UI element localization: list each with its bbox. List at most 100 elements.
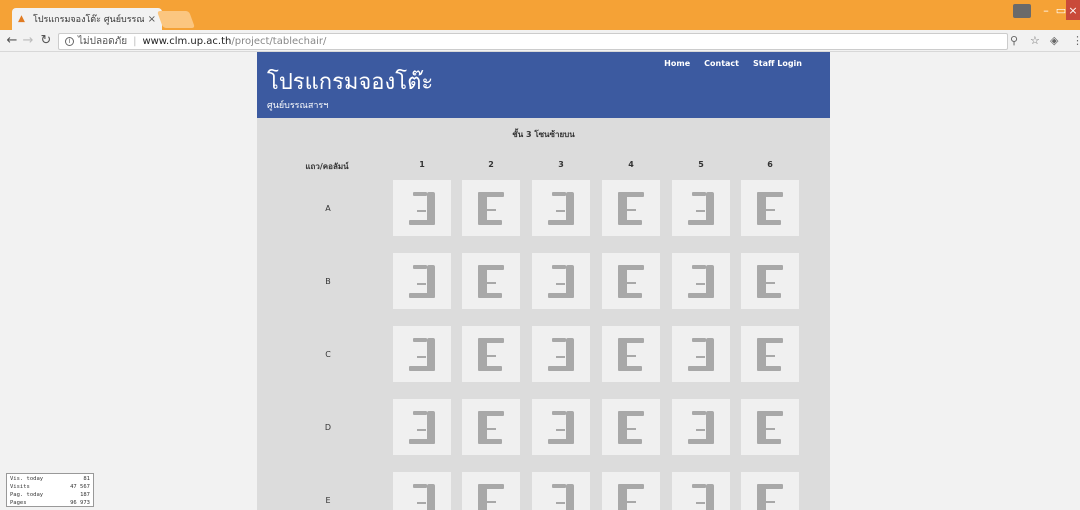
- seat-E4-button[interactable]: [602, 472, 660, 510]
- chair-right-icon: [552, 484, 574, 510]
- url-path: /project/tablechair/: [231, 36, 327, 47]
- chair-right-icon: [688, 338, 714, 371]
- seat-B4-button[interactable]: [602, 253, 660, 309]
- chair-left-icon: [757, 411, 783, 444]
- chair-left-icon: [618, 484, 644, 510]
- browser-tab[interactable]: ▲ โปรแกรมจองโต๊ะ ศูนย์บรรณ ×: [12, 8, 162, 30]
- counter-value: 96 973: [70, 500, 90, 506]
- nav-contact-link[interactable]: Contact: [704, 59, 739, 68]
- chair-left-icon: [478, 484, 504, 510]
- column-header-4: 4: [628, 160, 634, 169]
- tab-title: โปรแกรมจองโต๊ะ ศูนย์บรรณ: [33, 15, 144, 25]
- seat-C5-button[interactable]: [672, 326, 730, 382]
- chair-left-icon: [478, 265, 504, 298]
- seat-B3-button[interactable]: [532, 253, 590, 309]
- user-profile-icon[interactable]: [1013, 4, 1031, 18]
- forward-arrow-icon[interactable]: →: [20, 33, 36, 49]
- seat-E2-button[interactable]: [462, 472, 520, 510]
- chair-right-icon: [409, 338, 435, 371]
- seat-D6-button[interactable]: [741, 399, 799, 455]
- counter-row: Vis. today 81: [10, 475, 90, 483]
- seat-B1-button[interactable]: [393, 253, 451, 309]
- seat-E3-button[interactable]: [532, 472, 590, 510]
- counter-value: 81: [83, 476, 90, 482]
- seat-E6-button[interactable]: [741, 472, 799, 510]
- chair-left-icon: [618, 338, 644, 371]
- seat-A1-button[interactable]: [393, 180, 451, 236]
- seat-A3-button[interactable]: [532, 180, 590, 236]
- row-label-D: D: [324, 423, 332, 432]
- seat-C6-button[interactable]: [741, 326, 799, 382]
- seat-A6-button[interactable]: [741, 180, 799, 236]
- seat-D2-button[interactable]: [462, 399, 520, 455]
- counter-label: Pages: [10, 500, 27, 506]
- seat-C2-button[interactable]: [462, 326, 520, 382]
- visit-counter[interactable]: Vis. today 81 Visits 47 567 Pag. today 187 Pag…: [6, 473, 94, 507]
- column-header-1: 1: [419, 160, 425, 169]
- top-nav: Home Contact Staff Login: [664, 59, 802, 68]
- chair-left-icon: [757, 192, 783, 225]
- seat-B6-button[interactable]: [741, 253, 799, 309]
- counter-label: Visits: [10, 484, 30, 490]
- seat-A2-button[interactable]: [462, 180, 520, 236]
- back-arrow-icon[interactable]: ←: [4, 33, 20, 49]
- close-window-button[interactable]: ×: [1066, 0, 1080, 20]
- close-tab-icon[interactable]: ×: [148, 14, 156, 25]
- seat-D4-button[interactable]: [602, 399, 660, 455]
- seat-D3-button[interactable]: [532, 399, 590, 455]
- nav-home-link[interactable]: Home: [664, 59, 690, 68]
- seat-B5-button[interactable]: [672, 253, 730, 309]
- site-subtitle: ศูนย์บรรณสารฯ: [267, 101, 329, 111]
- seat-E1-button[interactable]: [393, 472, 451, 510]
- chair-left-icon: [478, 192, 504, 225]
- seat-A4-button[interactable]: [602, 180, 660, 236]
- seat-D1-button[interactable]: [393, 399, 451, 455]
- counter-label: Vis. today: [10, 476, 44, 482]
- url-input[interactable]: i ไม่ปลอดภัย | www.clm.up.ac.th /project…: [58, 33, 1008, 50]
- site-title: โปรแกรมจองโต๊ะ: [267, 70, 434, 95]
- seat-B2-button[interactable]: [462, 253, 520, 309]
- chair-left-icon: [618, 411, 644, 444]
- seat-E5-button[interactable]: [672, 472, 730, 510]
- counter-row: Pag. today 187: [10, 491, 90, 499]
- chair-left-icon: [757, 338, 783, 371]
- chair-right-icon: [409, 411, 435, 444]
- row-label-C: C: [325, 350, 331, 359]
- zoom-icon[interactable]: ⚲: [1010, 34, 1018, 47]
- chair-right-icon: [548, 338, 574, 371]
- chair-left-icon: [618, 265, 644, 298]
- security-label: ไม่ปลอดภัย: [78, 36, 128, 47]
- seat-D5-button[interactable]: [672, 399, 730, 455]
- bookmark-star-icon[interactable]: ☆: [1030, 34, 1040, 47]
- menu-icon[interactable]: ⋮: [1072, 34, 1080, 47]
- info-icon[interactable]: i: [65, 37, 74, 46]
- row-label-B: B: [325, 277, 331, 286]
- chair-left-icon: [757, 265, 783, 298]
- chair-left-icon: [478, 338, 504, 371]
- chair-left-icon: [478, 411, 504, 444]
- chair-right-icon: [413, 484, 435, 510]
- counter-value: 47 567: [70, 484, 90, 490]
- reload-icon[interactable]: ↻: [38, 33, 54, 49]
- counter-value: 187: [80, 492, 90, 498]
- column-header-3: 3: [558, 160, 564, 169]
- row-label-A: A: [325, 204, 331, 213]
- chair-right-icon: [548, 411, 574, 444]
- counter-row: Pages 96 973: [10, 499, 90, 507]
- new-tab-button[interactable]: [156, 11, 196, 28]
- extension-icon[interactable]: ◈: [1050, 34, 1058, 47]
- url-host: www.clm.up.ac.th: [142, 36, 232, 47]
- column-header-5: 5: [698, 160, 704, 169]
- chair-right-icon: [409, 192, 435, 225]
- browser-titlebar: ▲ โปรแกรมจองโต๊ะ ศูนย์บรรณ × – ▭ ×: [0, 0, 1080, 30]
- seat-C4-button[interactable]: [602, 326, 660, 382]
- row-label-E: E: [325, 496, 331, 505]
- seat-A5-button[interactable]: [672, 180, 730, 236]
- column-header-2: 2: [488, 160, 494, 169]
- nav-staff-login-link[interactable]: Staff Login: [753, 59, 802, 68]
- chair-left-icon: [618, 192, 644, 225]
- column-header-6: 6: [767, 160, 773, 169]
- seat-C1-button[interactable]: [393, 326, 451, 382]
- seat-C3-button[interactable]: [532, 326, 590, 382]
- chair-right-icon: [688, 192, 714, 225]
